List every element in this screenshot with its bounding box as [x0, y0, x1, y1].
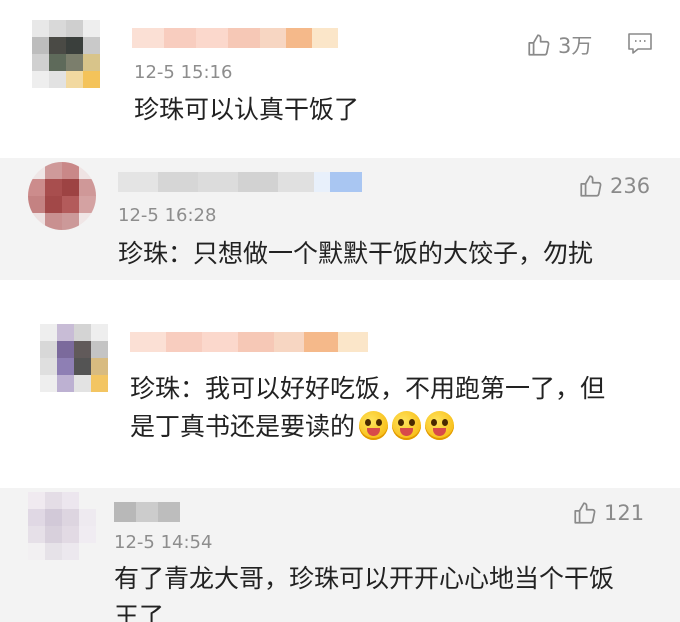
like-count: 3万 [558, 34, 593, 58]
avatar[interactable] [28, 492, 96, 560]
grinning-tongue-emoji [392, 411, 422, 440]
comment-card: 12-5 16:28 珍珠：只想做一个默默干饭的大饺子，勿扰 236 [0, 158, 680, 280]
comment-text: 珍珠：我可以好好吃饭，不用跑第一了，但 是丁真书还是要读的 [130, 370, 605, 446]
comment-icon[interactable] [627, 32, 653, 56]
avatar[interactable] [40, 324, 108, 392]
comment-card: 12-5 15:16 珍珠可以认真干饭了 3万 [0, 0, 680, 150]
comment-text-line: 珍珠：我可以好好吃饭，不用跑第一了，但 [130, 374, 606, 403]
comment-text-line: 是丁真书还是要读的 [130, 408, 605, 446]
avatar[interactable] [32, 20, 100, 88]
grinning-tongue-emoji [425, 411, 455, 440]
comment-text: 珍珠：只想做一个默默干饭的大饺子，勿扰 [118, 239, 594, 268]
thumbs-up-icon [528, 34, 550, 56]
comment-text: 有了青龙大哥，珍珠可以开开心心地当个干饭 王了 [114, 560, 614, 622]
username[interactable] [118, 172, 362, 192]
like-button[interactable]: 3万 [526, 30, 592, 60]
thumbs-up-icon [574, 502, 596, 524]
thumbs-up-icon [580, 175, 602, 197]
username[interactable] [132, 28, 338, 48]
like-button[interactable]: 121 [572, 500, 644, 526]
username[interactable] [130, 332, 368, 352]
comment-timestamp: 12-5 14:54 [114, 532, 213, 553]
username[interactable] [114, 502, 180, 522]
grinning-tongue-emoji [359, 411, 389, 440]
avatar[interactable] [28, 162, 96, 230]
comment-timestamp: 12-5 15:16 [134, 62, 233, 83]
like-button[interactable]: 236 [578, 173, 650, 199]
comment-text-line: 有了青龙大哥，珍珠可以开开心心地当个干饭 [114, 564, 615, 593]
comment-timestamp: 12-5 16:28 [118, 205, 217, 226]
like-count: 236 [610, 174, 651, 198]
like-count: 121 [604, 501, 645, 525]
comment-card: 珍珠：我可以好好吃饭，不用跑第一了，但 是丁真书还是要读的 [0, 312, 680, 462]
comment-text: 珍珠可以认真干饭了 [134, 95, 360, 124]
comment-card: 12-5 14:54 有了青龙大哥，珍珠可以开开心心地当个干饭 王了 121 [0, 488, 680, 622]
comment-text-line: 王了 [114, 602, 165, 622]
comment-text-part: 是丁真书还是要读的 [130, 412, 356, 441]
